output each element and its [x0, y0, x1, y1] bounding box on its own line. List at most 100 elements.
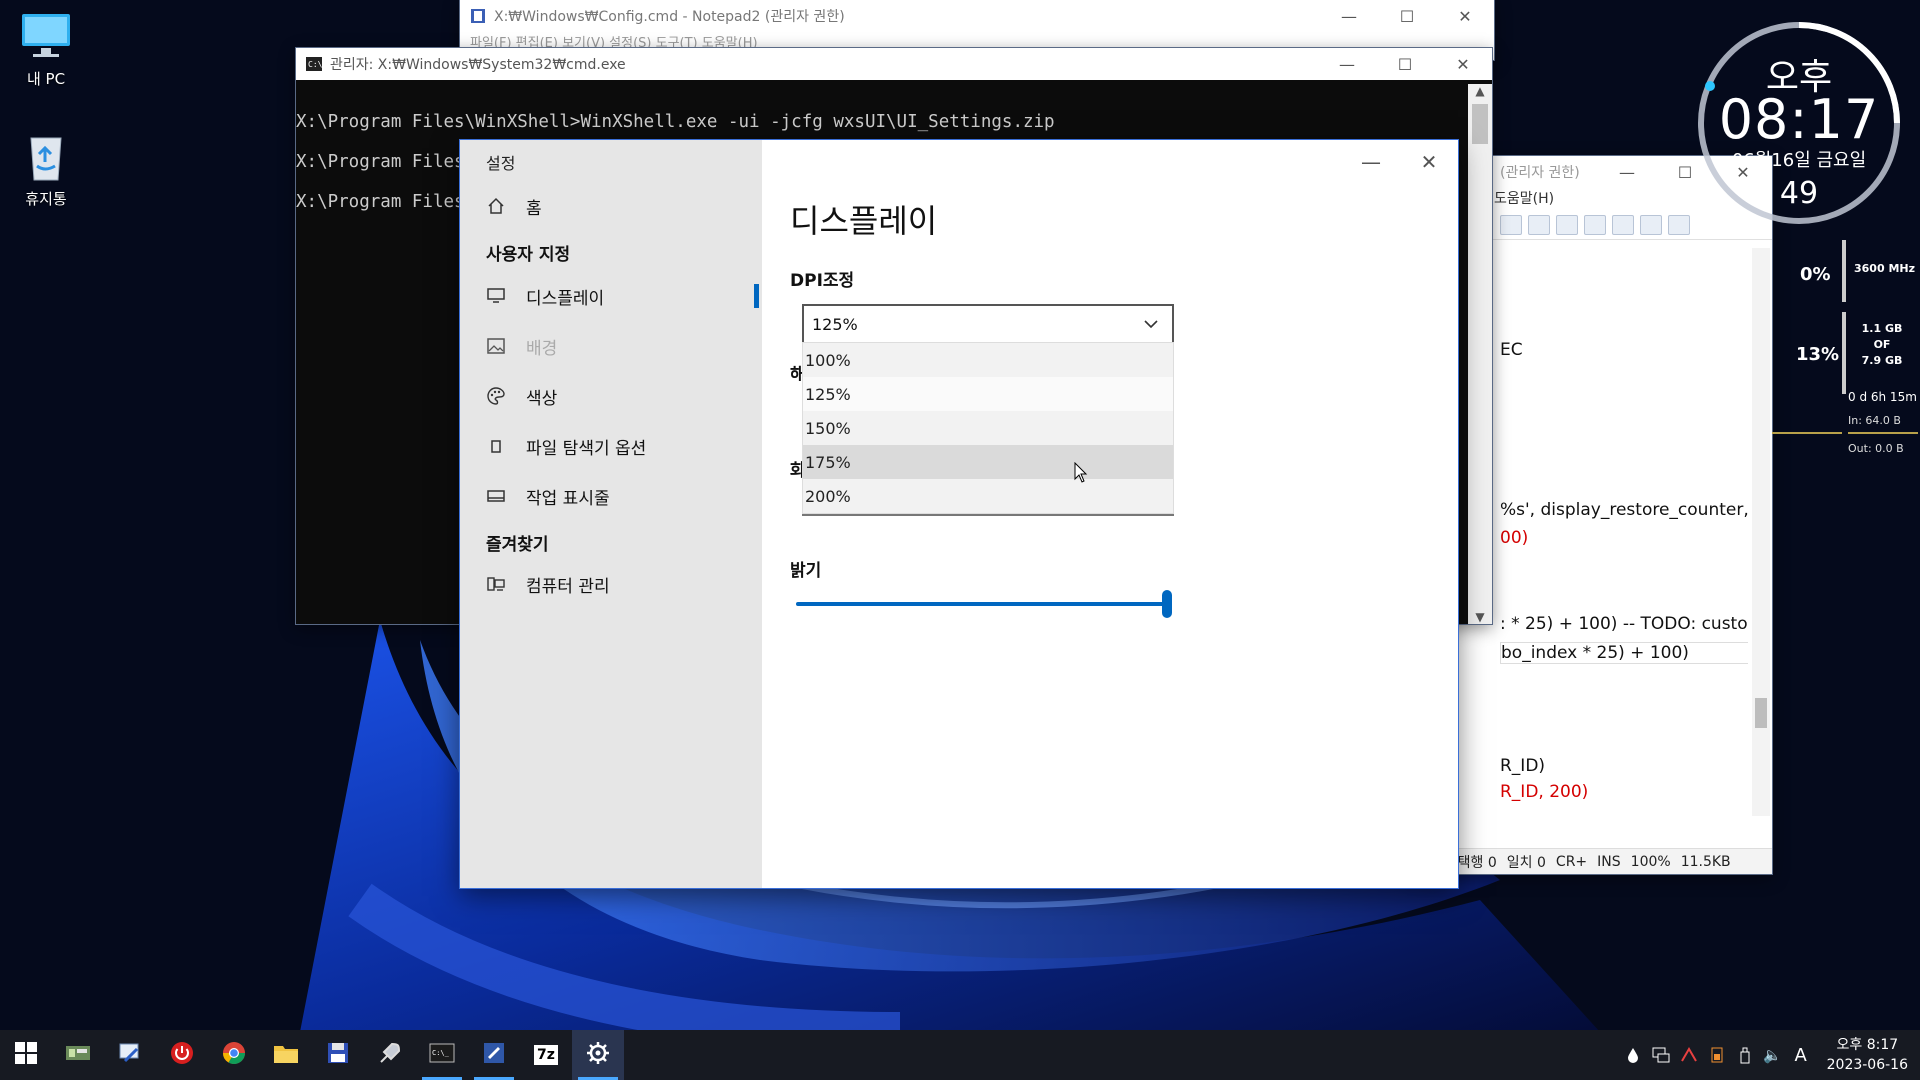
dpi-option[interactable]: 150% [803, 411, 1173, 445]
wordwrap-icon[interactable] [1528, 214, 1550, 235]
paint-icon[interactable] [1675, 1030, 1703, 1080]
nav-item-computer-management[interactable]: 컴퓨터 관리 [486, 564, 756, 604]
cpu-frequency: 3600 MHz [1854, 262, 1915, 275]
start-button[interactable] [0, 1030, 52, 1080]
taskbar-save-tool[interactable] [312, 1030, 364, 1080]
scroll-up-icon[interactable]: ▲ [1468, 84, 1492, 98]
nav-item-taskbar[interactable]: 작업 표시줄 [486, 476, 756, 516]
desktop-icon-my-pc[interactable]: 내 PC [6, 10, 86, 89]
nav-item-color[interactable]: 색상 [486, 376, 756, 416]
taskbar-settings[interactable] [572, 1030, 624, 1080]
minimize-button[interactable]: — [1320, 0, 1378, 32]
uptime: 0 d 6h 15m [1848, 390, 1917, 404]
taskbar-cmd[interactable]: C:\_ [416, 1030, 468, 1080]
dpi-option[interactable]: 200% [803, 479, 1173, 513]
code-line: EC [1500, 340, 1523, 360]
maximize-button[interactable]: ☐ [1376, 48, 1434, 80]
status-size: 11.5KB [1680, 853, 1731, 870]
console-scrollbar[interactable]: ▲ ▼ [1468, 84, 1492, 624]
nav-item-label: 배경 [526, 338, 558, 359]
schema-icon[interactable] [1640, 214, 1662, 235]
status-eol: CR+ [1555, 853, 1588, 870]
desktop-icon-label: 휴지통 [25, 190, 67, 208]
page-title: 디스플레이 [790, 202, 938, 240]
taskbar-power[interactable] [156, 1030, 208, 1080]
network-in: In: 64.0 B [1848, 414, 1901, 427]
rocket-icon [378, 1041, 402, 1069]
settings-nav-pane: 설정 홈 사용자 지정 디스플레이 배경 색상 파일 탐색기 옵션 작업 표시줄… [460, 140, 762, 888]
taskbar-7zip[interactable]: 7z [520, 1030, 572, 1080]
window-title: 관리자: X:₩Windows₩System32₩cmd.exe [330, 57, 626, 73]
customize-icon[interactable] [1668, 214, 1690, 235]
editor-scrollbar[interactable] [1752, 248, 1770, 816]
network-out: Out: 0.0 B [1848, 442, 1904, 455]
taskbar-notepad2[interactable] [468, 1030, 520, 1080]
clock-seconds: 49 [1779, 176, 1819, 211]
minimize-button[interactable]: — [1598, 156, 1656, 188]
replace-icon[interactable] [1500, 214, 1522, 235]
taskbar-time: 오후 8:17 [1836, 1037, 1899, 1053]
memory-total: 7.9 GB [1861, 354, 1903, 367]
editor-text-area[interactable]: EC %s', display_restore_counter, org 00)… [1494, 252, 1748, 832]
taskbar-launcher[interactable] [364, 1030, 416, 1080]
taskbar-clock[interactable]: 오후 8:17 2023-06-16 [1815, 1035, 1920, 1075]
settings-window[interactable]: 설정 홈 사용자 지정 디스플레이 배경 색상 파일 탐색기 옵션 작업 표시줄… [460, 140, 1458, 888]
status-zoom: 100% [1630, 853, 1671, 870]
brightness-slider-thumb[interactable] [1162, 590, 1172, 618]
scroll-thumb[interactable] [1472, 104, 1488, 144]
image-icon [486, 336, 506, 356]
scroll-thumb[interactable] [1755, 698, 1767, 728]
floppy-disk-icon [326, 1041, 350, 1069]
dpi-select[interactable]: 125% [802, 304, 1174, 344]
water-drop-icon[interactable] [1619, 1030, 1647, 1080]
brightness-slider-track[interactable] [796, 602, 1168, 606]
nav-item-label: 컴퓨터 관리 [526, 576, 610, 597]
notepad2-titlebar[interactable]: X:₩Windows₩Config.cmd - Notepad2 (관리자 권한… [460, 0, 1494, 32]
view-icon[interactable] [1556, 214, 1578, 235]
network-icon[interactable] [1647, 1030, 1675, 1080]
network-graph-line [1848, 432, 1918, 434]
settings-window-title: 설정 [486, 154, 516, 173]
usb-drive-icon[interactable] [1731, 1030, 1759, 1080]
cmd-titlebar[interactable]: C:\ 관리자: X:₩Windows₩System32₩cmd.exe — ☐… [296, 48, 1492, 80]
volume-icon[interactable]: 🔈 [1759, 1030, 1787, 1080]
zoom-in-icon[interactable] [1584, 214, 1606, 235]
settings-content: 디스플레이 DPI조정 해 화 0 도 125% 100% 125% 150% … [790, 140, 1458, 888]
maximize-button[interactable]: ☐ [1378, 0, 1436, 32]
computer-management-icon [486, 574, 506, 594]
status-ins: INS [1597, 853, 1621, 870]
taskbar: C:\_ 7z 🔈 A 오후 8:17 2023-06-16 [0, 1030, 1920, 1080]
7zip-icon: 7z [534, 1045, 558, 1065]
taskbar-chrome[interactable] [208, 1030, 260, 1080]
code-line: R_ID) [1500, 756, 1546, 776]
window-title: X:₩Windows₩Config.cmd - Notepad2 (관리자 권한… [494, 9, 845, 25]
input-language-indicator[interactable]: A [1787, 1030, 1815, 1080]
zoom-out-icon[interactable] [1612, 214, 1634, 235]
palette-icon [486, 386, 506, 406]
dpi-option[interactable]: 100% [803, 343, 1173, 377]
battery-level-icon[interactable] [1703, 1030, 1731, 1080]
close-button[interactable]: ✕ [1436, 0, 1494, 32]
nav-item-file-explorer-options[interactable]: 파일 탐색기 옵션 [486, 426, 756, 466]
nav-item-home[interactable]: 홈 [486, 186, 756, 226]
nav-item-display[interactable]: 디스플레이 [486, 276, 756, 316]
desktop-icon-recycle-bin[interactable]: 휴지통 [6, 130, 86, 209]
scroll-down-icon[interactable]: ▼ [1468, 610, 1492, 624]
clock-time: 08:17 [1718, 88, 1880, 151]
taskbar-file-explorer[interactable] [260, 1030, 312, 1080]
dpi-select-value: 125% [812, 314, 858, 334]
dpi-option-selected[interactable]: 125% [803, 377, 1173, 411]
mouse-cursor-icon [1074, 461, 1088, 488]
svg-text:C:\: C:\ [308, 60, 322, 69]
minimize-button[interactable]: — [1318, 48, 1376, 80]
close-button[interactable]: ✕ [1434, 48, 1492, 80]
taskbar-remote-desktop[interactable] [104, 1030, 156, 1080]
taskbar-computer-management[interactable] [52, 1030, 104, 1080]
power-icon [170, 1041, 194, 1069]
taskbar-date: 2023-06-16 [1826, 1057, 1908, 1073]
nav-item-background[interactable]: 배경 [486, 326, 756, 366]
orientation-label: 화 [790, 461, 802, 481]
status-matches: 일치 0 [1506, 854, 1546, 871]
dpi-option-hovered[interactable]: 175% [803, 445, 1173, 479]
code-line: %s', display_restore_counter, org [1500, 500, 1748, 520]
